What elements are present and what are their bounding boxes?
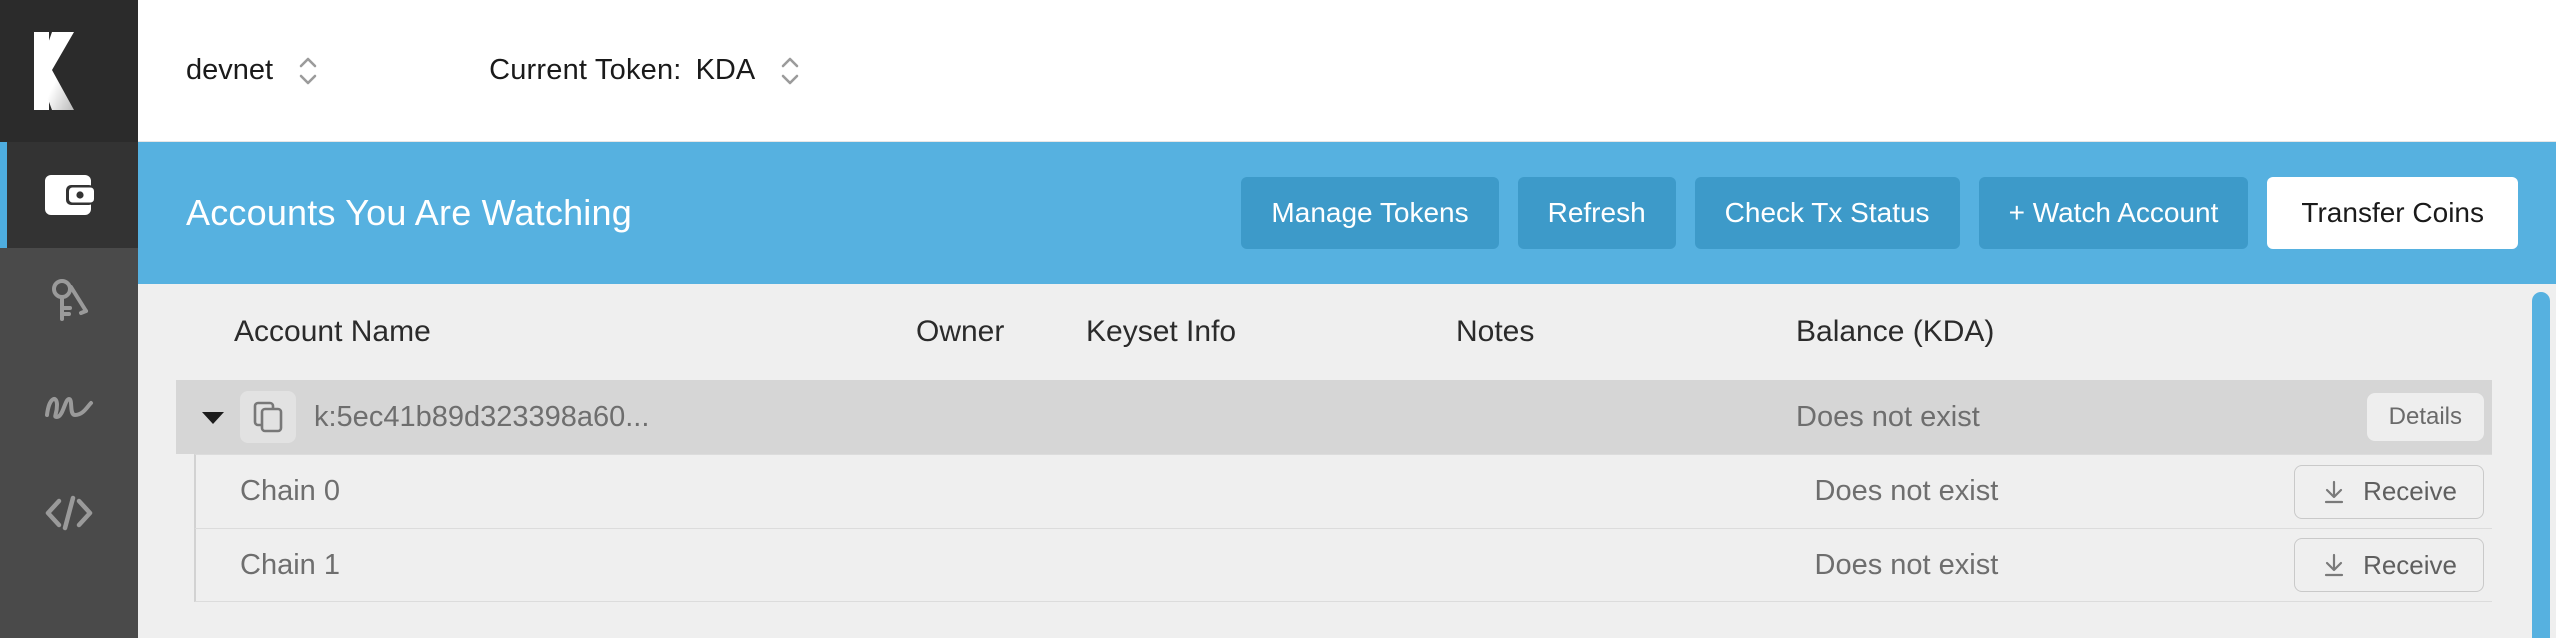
token-label: Current Token: (489, 54, 682, 86)
account-balance-cell: Does not exist (1796, 401, 2276, 434)
manage-tokens-button[interactable]: Manage Tokens (1241, 177, 1499, 249)
receive-button-label: Receive (2363, 476, 2457, 506)
accounts-banner: Accounts You Are Watching Manage Tokens … (138, 142, 2556, 284)
account-balance-text: Does not exist (1796, 400, 1980, 433)
account-name-cell: k:5ec41b89d323398a60... (176, 391, 916, 443)
watch-account-button[interactable]: + Watch Account (1978, 177, 2249, 249)
sidebar-item-signing[interactable] (0, 354, 138, 460)
table-row-chain[interactable]: Chain 1 Does not exist Receive (194, 528, 2492, 602)
network-value: devnet (186, 54, 274, 86)
download-icon (2321, 479, 2347, 505)
account-actions-cell: Details (2276, 393, 2492, 441)
scrollbar-thumb[interactable] (2532, 292, 2550, 638)
column-header-owner: Owner (916, 315, 1005, 348)
chevron-down-icon[interactable] (196, 409, 230, 425)
accounts-table-container: Account Name Owner Keyset Info Notes Bal… (138, 284, 2556, 638)
top-bar: devnet Current Token: KDA (138, 0, 2556, 142)
vertical-scrollbar[interactable] (2532, 292, 2550, 638)
page-title: Accounts You Are Watching (186, 192, 632, 233)
token-selector[interactable]: Current Token: KDA (489, 0, 803, 141)
account-name-text: k:5ec41b89d323398a60... (314, 400, 650, 433)
table-row-account[interactable]: k:5ec41b89d323398a60... Does not exist D… (176, 380, 2492, 454)
chain-label: Chain 1 (240, 548, 340, 581)
chain-balance-cell: Does not exist (1815, 549, 2295, 582)
keys-icon (43, 275, 95, 327)
chain-balance-text: Does not exist (1814, 548, 1999, 581)
copy-icon[interactable] (240, 391, 296, 443)
wallet-icon (43, 169, 95, 221)
code-icon (43, 487, 95, 539)
app-window: devnet Current Token: KDA Accounts You A… (0, 0, 2556, 638)
kadena-logo-icon (30, 30, 108, 112)
receive-button[interactable]: Receive (2294, 464, 2484, 519)
signature-icon (43, 381, 95, 433)
sidebar (0, 0, 138, 638)
accounts-table: Account Name Owner Keyset Info Notes Bal… (138, 284, 2556, 602)
network-stepper[interactable] (295, 48, 321, 94)
download-icon (2321, 552, 2347, 578)
transfer-coins-button[interactable]: Transfer Coins (2267, 177, 2518, 249)
chain-name-cell: Chain 1 (196, 549, 935, 582)
chain-name-cell: Chain 0 (196, 475, 935, 508)
main-content: devnet Current Token: KDA Accounts You A… (138, 0, 2556, 638)
sidebar-item-keys[interactable] (0, 248, 138, 354)
column-header-keyset-info: Keyset Info (1086, 315, 1237, 348)
column-header-balance: Balance (KDA) (1796, 315, 1995, 348)
banner-actions: Manage Tokens Refresh Check Tx Status + … (1241, 177, 2518, 249)
check-tx-status-button[interactable]: Check Tx Status (1694, 177, 1960, 249)
column-header-notes: Notes (1456, 315, 1535, 348)
network-selector[interactable]: devnet (186, 0, 321, 141)
refresh-button[interactable]: Refresh (1517, 177, 1676, 249)
receive-button-label: Receive (2363, 549, 2457, 580)
chain-balance-text: Does not exist (1814, 475, 1999, 507)
receive-button[interactable]: Receive (2294, 538, 2484, 592)
chain-actions-cell: Receive (2294, 538, 2492, 592)
table-row-chain[interactable]: Chain 0 Does not exist Receive (194, 454, 2492, 528)
chain-label: Chain 0 (240, 475, 340, 507)
token-stepper[interactable] (777, 48, 803, 94)
sidebar-item-contracts[interactable] (0, 460, 138, 566)
sidebar-item-wallet[interactable] (0, 142, 138, 248)
token-value: KDA (695, 54, 756, 86)
chain-actions-cell: Receive (2294, 464, 2492, 519)
column-header-account-name: Account Name (234, 315, 431, 348)
table-header-row: Account Name Owner Keyset Info Notes Bal… (176, 284, 2492, 380)
details-button[interactable]: Details (2366, 393, 2484, 441)
app-logo[interactable] (0, 0, 138, 142)
chain-balance-cell: Does not exist (1815, 475, 2295, 508)
